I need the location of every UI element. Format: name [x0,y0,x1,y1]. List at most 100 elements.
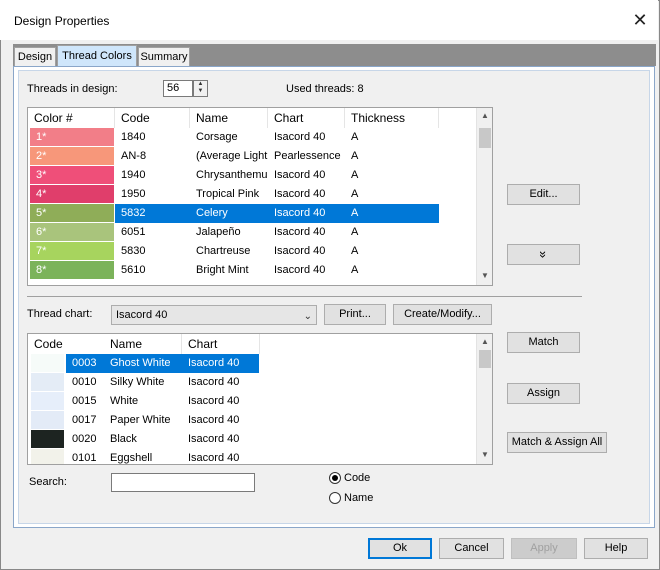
table-row[interactable]: 5* 5832 Celery Isacord 40 A [28,204,439,223]
threads-count-input[interactable]: 56 [163,80,193,97]
name-cell: Jalapeño [196,226,241,238]
thread-chart-label: Thread chart: [27,308,93,320]
table-row[interactable]: 0003 Ghost White Isacord 40 [28,354,439,373]
print-button[interactable]: Print... [324,304,386,325]
code-cell: AN-8 [121,150,147,162]
color-swatch: 8* [30,261,114,279]
chart-cell: Isacord 40 [274,226,326,238]
code-cell: 5610 [121,264,146,276]
scroll-down-icon[interactable]: ▼ [477,447,492,463]
tab-design[interactable]: Design [14,47,56,66]
threads-in-design-label: Threads in design: [27,83,118,95]
table-row[interactable]: 4* 1950 Tropical Pink Isacord 40 A [28,185,439,204]
color-swatch: 4* [30,185,114,203]
chart-threads-list[interactable]: Code Name Chart 0003 Ghost White Isacord 4… [27,333,493,465]
chevron-down-icon: ⌄ [303,311,312,322]
help-button[interactable]: Help [584,538,648,559]
tab-thread-colors[interactable]: Thread Colors [57,45,137,66]
apply-button: Apply [511,538,577,559]
match-button[interactable]: Match [507,332,580,353]
color-swatch: 7* [30,242,114,260]
ok-button[interactable]: Ok [368,538,432,559]
color-swatch: 3* [30,166,114,184]
search-by-name-radio[interactable] [329,492,341,504]
column-header-code[interactable]: Code [28,334,104,354]
cancel-button[interactable]: Cancel [439,538,504,559]
column-header-name[interactable]: Name [104,334,182,354]
code-cell: 0010 [72,376,97,388]
name-cell: Corsage [196,131,238,143]
code-cell: 0020 [72,433,97,445]
used-threads-label: Used threads: 8 [286,83,364,95]
code-cell: 6051 [121,226,146,238]
chart-cell: Isacord 40 [188,452,240,464]
table-row[interactable]: 0015 White Isacord 40 [28,392,439,411]
code-cell: 0015 [72,395,97,407]
table-row[interactable]: 0020 Black Isacord 40 [28,430,439,449]
code-cell: 5830 [121,245,146,257]
search-by-code-radio[interactable] [329,472,341,484]
code-cell: 1950 [121,188,146,200]
chart-list-scrollbar[interactable]: ▲ ▼ [476,334,492,464]
scroll-up-icon[interactable]: ▲ [477,108,492,124]
scroll-thumb[interactable] [479,350,491,368]
table-row[interactable]: 8* 5610 Bright Mint Isacord 40 A [28,261,439,280]
color-swatch [31,373,64,391]
search-label: Search: [29,476,67,488]
thread-chart-select[interactable]: Isacord 40 ⌄ [111,305,317,325]
color-swatch [31,392,64,410]
threads-count-spinner[interactable]: ▲ ▼ [193,80,208,97]
column-header-chart[interactable]: Chart [268,108,345,128]
table-row[interactable]: 6* 6051 Jalapeño Isacord 40 A [28,223,439,242]
name-cell: Tropical Pink [196,188,260,200]
close-icon[interactable]: ✕ [630,8,650,32]
scroll-up-icon[interactable]: ▲ [477,334,492,350]
edit-button[interactable]: Edit... [507,184,580,205]
chart-cell: Isacord 40 [182,354,259,373]
tab-summary[interactable]: Summary [138,47,190,66]
double-chevron-down-icon: » [535,250,551,259]
table-row[interactable]: 0101 Eggshell Isacord 40 [28,449,439,464]
color-swatch [31,449,64,464]
column-header-chart[interactable]: Chart [182,334,260,354]
scroll-thumb[interactable] [479,128,491,148]
create-modify-button[interactable]: Create/Modify... [393,304,492,325]
thickness-cell: A [345,204,439,223]
table-row[interactable]: 3* 1940 Chrysanthemum Isacord 40 A [28,166,439,185]
design-threads-list[interactable]: Color # Code Name Chart Thickness 1* 1840… [27,107,493,286]
table-row[interactable]: 0010 Silky White Isacord 40 [28,373,439,392]
code-cell: 0003 [66,354,104,373]
expand-button[interactable]: » [507,244,580,265]
assign-button[interactable]: Assign [507,383,580,404]
table-row[interactable]: 7* 5830 Chartreuse Isacord 40 A [28,242,439,261]
design-list-scrollbar[interactable]: ▲ ▼ [476,108,492,285]
section-divider [27,296,582,297]
name-cell: Eggshell [110,452,153,464]
code-cell: 1940 [121,169,146,181]
table-row[interactable]: 0017 Paper White Isacord 40 [28,411,439,430]
scroll-down-icon[interactable]: ▼ [477,268,492,284]
table-row[interactable]: 1* 1840 Corsage Isacord 40 A [28,128,439,147]
color-swatch [31,430,64,448]
code-cell: 5832 [115,204,190,223]
name-cell: Bright Mint [196,264,249,276]
match-assign-all-button[interactable]: Match & Assign All [507,432,607,453]
table-row[interactable]: 2* AN-8 (Average Light Pearlessence A [28,147,439,166]
chart-cell: Isacord 40 [188,414,240,426]
chart-cell: Isacord 40 [188,395,240,407]
column-header-thickness[interactable]: Thickness [345,108,439,128]
spin-up-icon[interactable]: ▲ [194,81,207,88]
column-header-color[interactable]: Color # [28,108,115,128]
color-swatch: 6* [30,223,114,241]
column-header-code[interactable]: Code [115,108,190,128]
search-input[interactable] [111,473,255,492]
column-header-name[interactable]: Name [190,108,268,128]
name-cell: (Average Light [196,150,268,162]
chart-cell: Isacord 40 [274,264,326,276]
spin-down-icon[interactable]: ▼ [194,88,207,95]
name-cell: Silky White [110,376,165,388]
chart-cell: Isacord 40 [274,188,326,200]
name-cell: Celery [190,204,268,223]
thickness-cell: A [351,188,359,200]
name-cell: White [110,395,139,407]
